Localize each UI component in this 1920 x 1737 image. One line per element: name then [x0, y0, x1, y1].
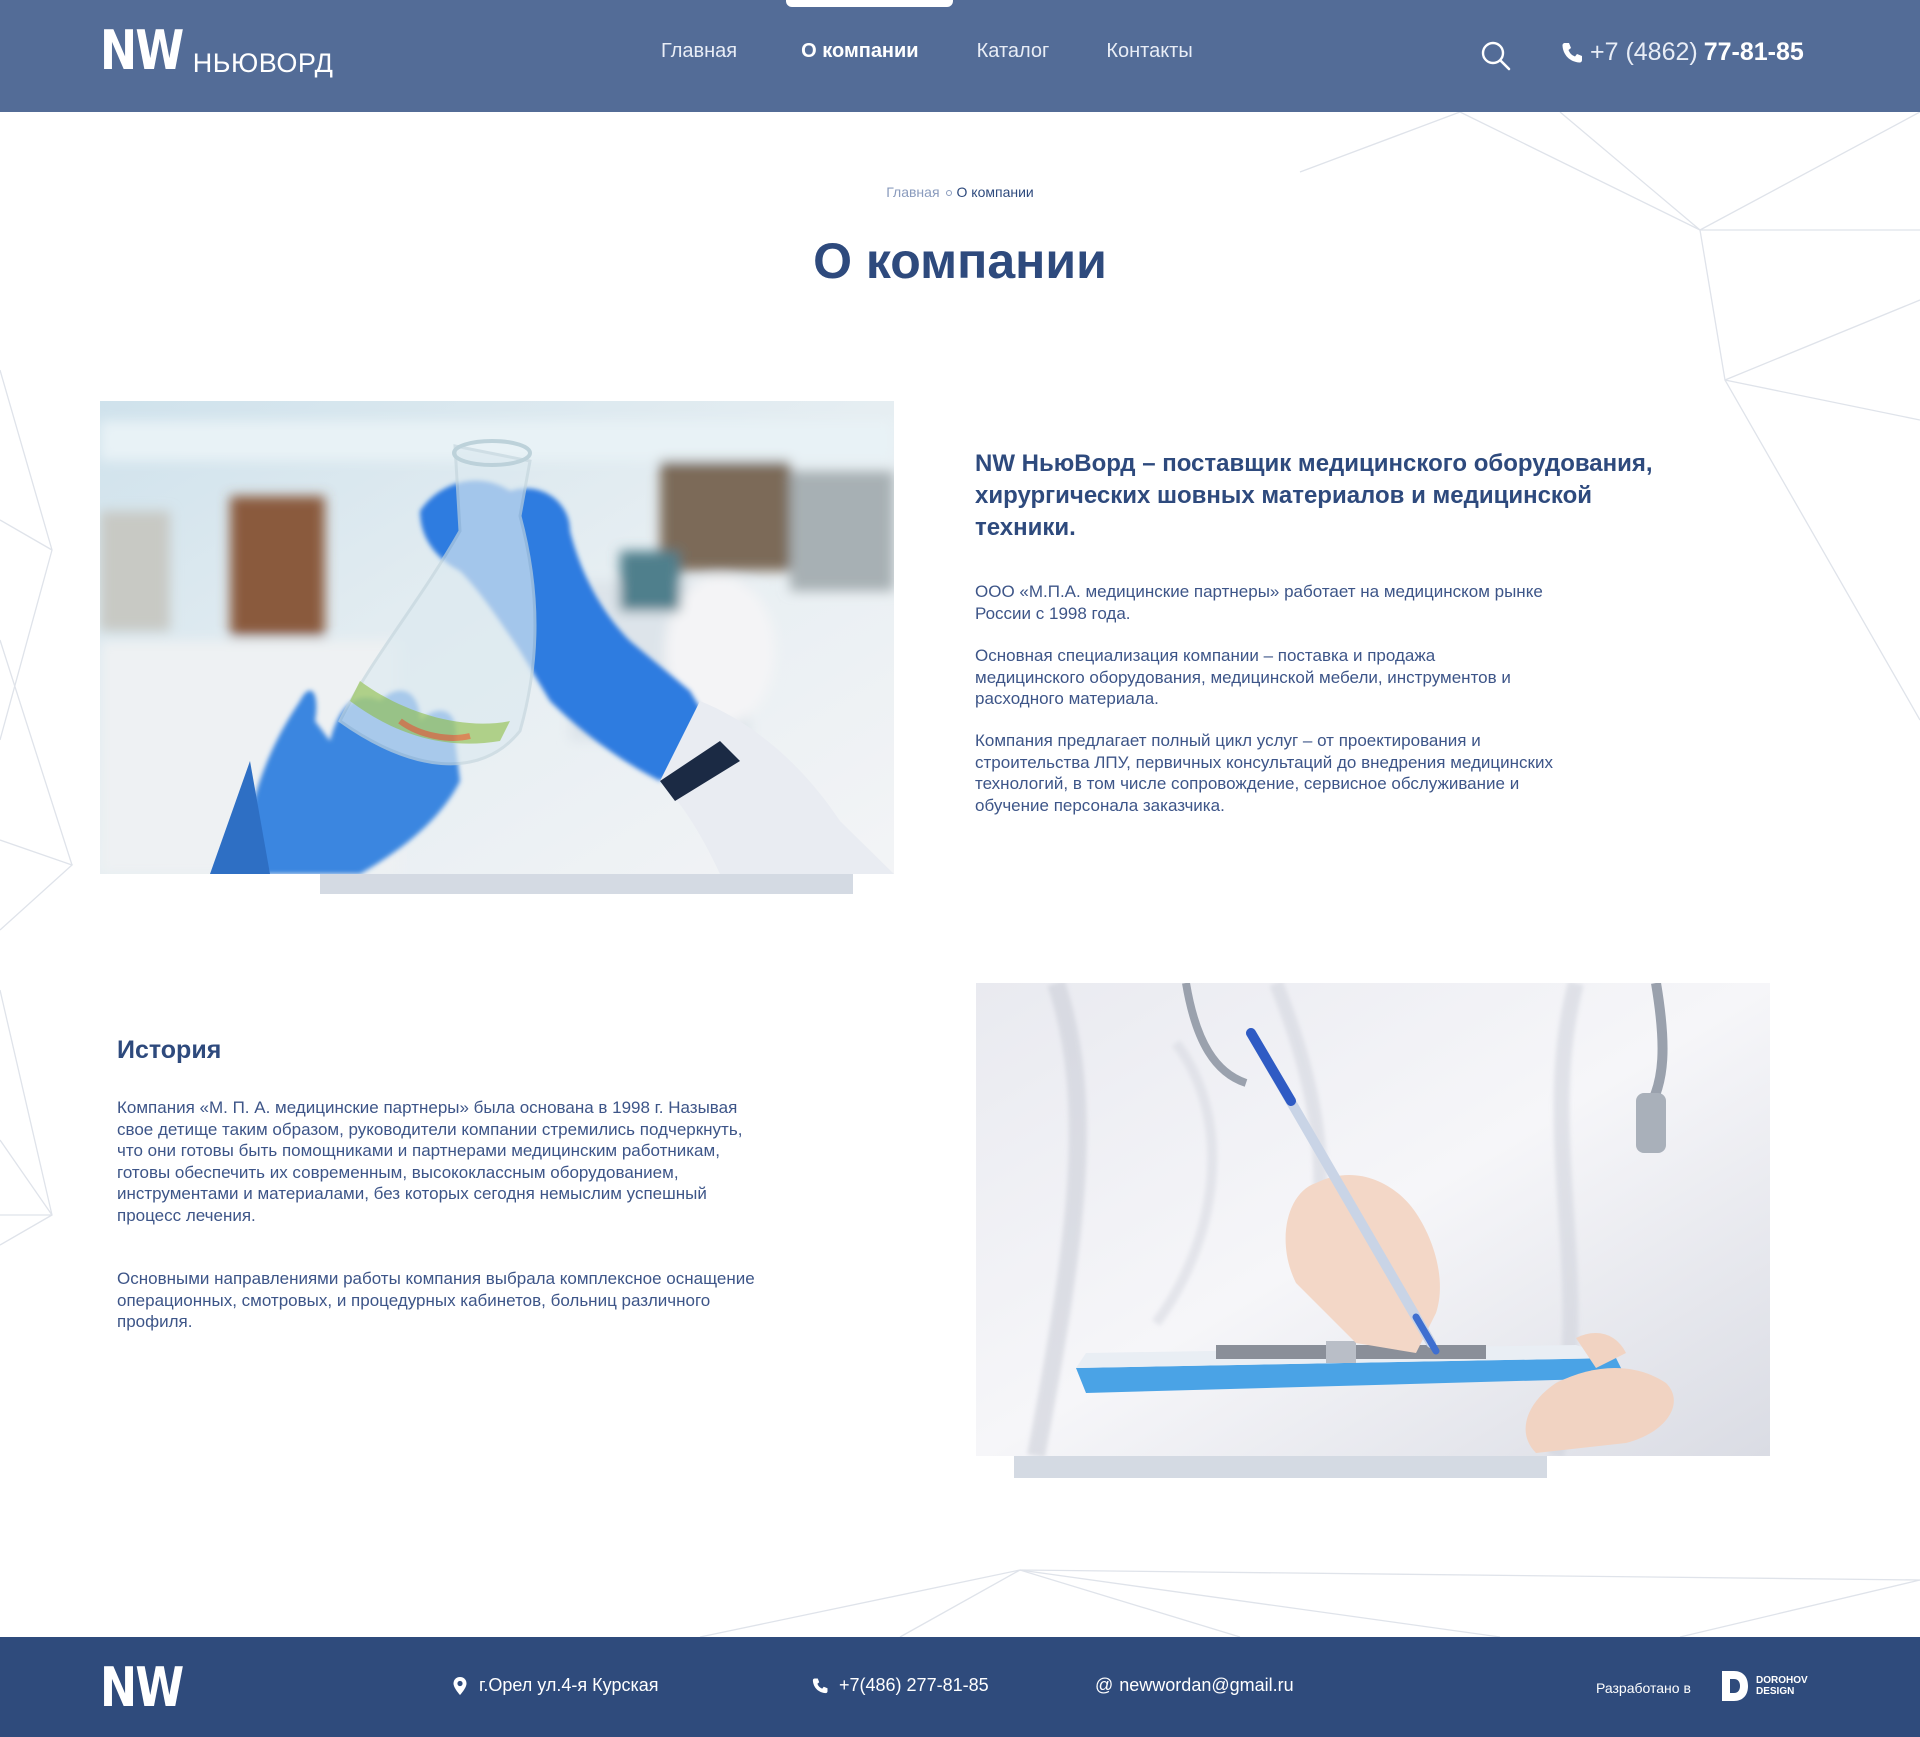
dorohov-design-logo-icon — [1722, 1671, 1748, 1701]
breadcrumb-separator — [945, 189, 952, 196]
doctor-photo — [976, 980, 1770, 1458]
developer-logo-text: DOROHOV DESIGN — [1756, 1675, 1808, 1697]
intro-paragraph: ООО «М.П.А. медицинские партнеры» работа… — [975, 582, 1543, 623]
history-title: История — [117, 1036, 222, 1064]
developer-logo[interactable]: DOROHOV DESIGN — [1720, 1669, 1808, 1703]
developer-name-line2: DESIGN — [1756, 1686, 1795, 1697]
site-logo[interactable]: NW НЬЮВОРД — [100, 22, 333, 80]
nav-item-home[interactable]: Главная — [661, 40, 737, 63]
nav-item-contacts[interactable]: Контакты — [1106, 40, 1192, 63]
logo-mark: NW — [100, 19, 184, 82]
phone-icon — [812, 1678, 828, 1693]
phone-icon — [1562, 42, 1582, 62]
developer-name-line1: DOROHOV — [1756, 1675, 1808, 1686]
history-paragraph: Основными направлениями работы компания … — [117, 1269, 755, 1331]
breadcrumb-home-link[interactable]: Главная — [886, 184, 939, 200]
intro-paragraph: Компания предлагает полный цикл услуг – … — [975, 731, 1553, 815]
footer-address: г.Орел ул.4-я Курская — [451, 1675, 658, 1696]
location-pin-icon — [453, 1676, 467, 1695]
phone-main: 77-81-85 — [1703, 38, 1804, 66]
footer-email-text: newwordan@gmail.ru — [1119, 1675, 1294, 1695]
lab-flask-image — [100, 401, 894, 874]
active-tab-indicator — [786, 0, 953, 7]
footer-email-link[interactable]: @ newwordan@gmail.ru — [1095, 1675, 1294, 1696]
breadcrumb: Главная О компании — [0, 184, 1920, 200]
intro-paragraph: Основная специализация компании – постав… — [975, 646, 1511, 708]
developer-label: Разработано в — [1596, 1680, 1691, 1696]
footer-phone-text: +7(486) 277-81-85 — [839, 1675, 989, 1695]
nav-item-catalog[interactable]: Каталог — [977, 40, 1050, 63]
site-footer: NW г.Орел ул.4-я Курская +7(486) 277-81-… — [0, 1637, 1920, 1737]
footer-address-text: г.Орел ул.4-я Курская — [479, 1675, 659, 1695]
history-paragraph: Компания «М. П. А. медицинские партнеры»… — [117, 1098, 743, 1225]
breadcrumb-current: О компании — [956, 184, 1034, 200]
main-nav: Главная О компании Каталог Контакты — [650, 40, 1193, 63]
logo-text: НЬЮВОРД — [192, 48, 334, 78]
site-header: NW НЬЮВОРД Главная О компании Каталог Ко… — [0, 0, 1920, 112]
search-icon — [1481, 41, 1511, 71]
lab-photo — [100, 401, 894, 874]
nav-item-about[interactable]: О компании — [801, 40, 918, 63]
photo-shadow-doctor — [1014, 1453, 1547, 1478]
search-button[interactable] — [1480, 40, 1512, 72]
footer-phone-link[interactable]: +7(486) 277-81-85 — [811, 1675, 989, 1696]
header-phone-link[interactable]: +7 (4862) 77-81-85 — [1560, 38, 1804, 67]
phone-prefix: +7 (4862) — [1590, 38, 1698, 66]
page-title: О компании — [813, 233, 1107, 289]
footer-logo[interactable]: NW — [100, 1659, 184, 1717]
at-sign-icon: @ — [1095, 1675, 1114, 1695]
doctor-writing-image — [976, 980, 1770, 1458]
intro-heading: NW НьюВорд – поставщик медицинского обор… — [975, 450, 1653, 541]
